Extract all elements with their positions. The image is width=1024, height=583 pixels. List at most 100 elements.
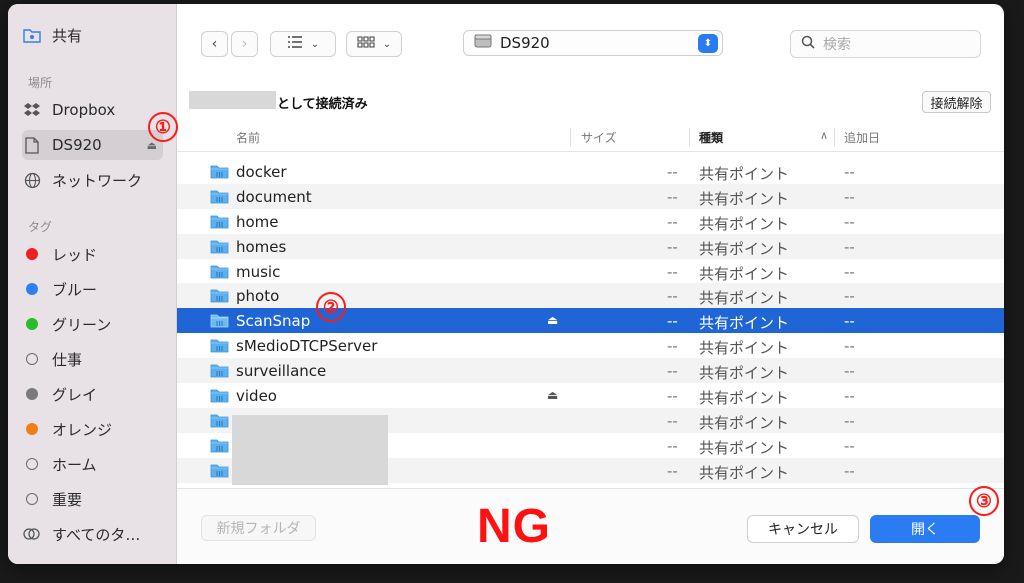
file-kind: 共有ポイント xyxy=(699,314,790,333)
sidebar-item-label: DS920 xyxy=(52,136,102,154)
sidebar-tag-green[interactable]: グリーン xyxy=(22,309,163,339)
file-list: docker -- 共有ポイント -- document -- 共有ポイント -… xyxy=(177,159,1004,485)
column-header-size[interactable]: サイズ xyxy=(581,129,617,146)
file-kind: 共有ポイント xyxy=(699,389,790,408)
open-button[interactable]: 開く xyxy=(870,515,980,543)
sidebar-item-label: グリーン xyxy=(52,315,112,334)
sidebar-item-dropbox[interactable]: Dropbox xyxy=(22,95,163,125)
file-row-surveillance[interactable]: surveillance -- 共有ポイント -- xyxy=(177,358,1004,384)
sidebar-item-shared[interactable]: 共有 xyxy=(22,20,163,50)
file-size: -- xyxy=(667,163,678,181)
step-marker-1: ① xyxy=(148,112,178,142)
blue-tag-dot-icon xyxy=(22,279,42,299)
file-size: -- xyxy=(667,362,678,381)
file-row-docker[interactable]: docker -- 共有ポイント -- xyxy=(177,159,1004,184)
sidebar-item-label: グレイ xyxy=(52,385,98,404)
sidebar-item-label: ホーム xyxy=(52,455,97,474)
file-added: -- xyxy=(844,362,855,381)
sidebar-tag-red[interactable]: レッド xyxy=(22,239,163,269)
sidebar-item-label: ネットワーク xyxy=(52,171,143,190)
file-size: -- xyxy=(667,411,678,430)
disconnect-button[interactable]: 接続解除 xyxy=(922,91,991,113)
sidebar-tag-all[interactable]: すべてのタ… xyxy=(22,519,163,549)
green-tag-dot-icon xyxy=(22,314,42,334)
file-row-music[interactable]: music -- 共有ポイント -- xyxy=(177,259,1004,284)
file-kind: 共有ポイント xyxy=(699,413,790,432)
file-row-document[interactable]: document -- 共有ポイント -- xyxy=(177,183,1004,209)
chevron-down-icon: ⌄ xyxy=(310,38,320,50)
toolbar: ‹ › ⌄ ⌄ DS920 ⬍ 検索 xyxy=(177,4,1004,84)
sidebar-item-ds920[interactable]: DS920 ⏏ xyxy=(22,130,163,160)
file-kind: 共有ポイント xyxy=(699,189,790,208)
nas-drive-icon xyxy=(474,34,492,52)
search-input[interactable]: 検索 xyxy=(790,30,981,58)
sidebar-tag-home[interactable]: ホーム xyxy=(22,449,163,479)
column-header-name[interactable]: 名前 xyxy=(236,129,260,146)
file-kind: 共有ポイント xyxy=(699,264,790,283)
chevron-left-icon: ‹ xyxy=(211,36,218,52)
empty-tag-dot-icon xyxy=(22,454,42,474)
updown-stepper-icon: ⬍ xyxy=(698,34,718,53)
sidebar-tag-orange[interactable]: オレンジ xyxy=(22,414,163,444)
sidebar-item-label: Dropbox xyxy=(52,101,116,119)
file-row-video[interactable]: video ⏏ -- 共有ポイント -- xyxy=(177,383,1004,408)
eject-icon[interactable]: ⏏ xyxy=(547,388,558,402)
places-header: 場所 xyxy=(28,76,53,90)
file-name: homes xyxy=(236,237,287,256)
file-added: -- xyxy=(844,187,855,206)
file-size: -- xyxy=(667,337,678,356)
file-row-scansnap[interactable]: ScanSnap ⏏ -- 共有ポイント -- xyxy=(177,308,1004,334)
sidebar-item-label: レッド xyxy=(52,245,98,264)
file-kind: 共有ポイント xyxy=(699,364,790,383)
connection-status: として接続済み xyxy=(277,97,368,112)
sidebar-tag-blue[interactable]: ブルー xyxy=(22,274,163,304)
shared-folder-icon xyxy=(210,463,229,478)
list-view-button[interactable]: ⌄ xyxy=(270,31,336,57)
column-divider xyxy=(570,128,571,146)
step-marker-2: ② xyxy=(316,292,346,322)
file-name: ScanSnap xyxy=(236,312,311,331)
red-tag-dot-icon xyxy=(22,244,42,264)
file-row-home[interactable]: home -- 共有ポイント -- xyxy=(177,209,1004,234)
chevron-down-icon: ⌄ xyxy=(382,38,392,50)
file-size: -- xyxy=(667,387,678,406)
forward-button[interactable]: › xyxy=(231,31,258,57)
sidebar-item-network[interactable]: ネットワーク xyxy=(22,165,163,195)
open-file-dialog: 共有 場所 Dropbox DS920 ⏏ ネットワーク タグ レッド ブルー … xyxy=(8,4,1004,564)
orange-tag-dot-icon xyxy=(22,419,42,439)
shared-folder-icon xyxy=(210,313,229,328)
sidebar-tag-work[interactable]: 仕事 xyxy=(22,344,163,374)
file-name: home xyxy=(236,212,279,231)
ng-annotation: NG xyxy=(477,500,551,553)
column-header-added[interactable]: 追加日 xyxy=(844,129,880,146)
shared-folder-icon xyxy=(210,363,229,378)
shared-folder-icon xyxy=(210,388,229,403)
back-button[interactable]: ‹ xyxy=(201,31,228,57)
empty-tag-dot-icon xyxy=(22,349,42,369)
shared-folder-icon xyxy=(210,338,229,353)
column-divider xyxy=(834,128,835,146)
file-row-smediodtcpserver[interactable]: sMedioDTCPServer -- 共有ポイント -- xyxy=(177,333,1004,358)
group-view-button[interactable]: ⌄ xyxy=(346,31,402,57)
file-row-photo[interactable]: photo -- 共有ポイント -- xyxy=(177,283,1004,309)
file-size: -- xyxy=(667,237,678,256)
dropbox-icon xyxy=(22,100,42,120)
file-kind: 共有ポイント xyxy=(699,463,790,482)
file-name: docker xyxy=(236,163,287,181)
shared-folder-icon xyxy=(210,413,229,428)
search-icon xyxy=(801,35,815,53)
location-select[interactable]: DS920 ⬍ xyxy=(463,30,723,56)
eject-icon[interactable]: ⏏ xyxy=(547,313,558,327)
connection-bar: として接続済み 接続解除 xyxy=(177,86,1004,120)
file-added: -- xyxy=(844,387,855,406)
file-row-homes[interactable]: homes -- 共有ポイント -- xyxy=(177,233,1004,259)
tags-header: タグ xyxy=(28,220,53,234)
file-size: -- xyxy=(667,312,678,331)
column-headers: 名前 サイズ 種類 ∧ 追加日 xyxy=(177,122,1004,152)
file-added: -- xyxy=(844,461,855,480)
column-header-kind[interactable]: 種類 xyxy=(699,129,723,146)
sidebar-tag-gray[interactable]: グレイ xyxy=(22,379,163,409)
cancel-button[interactable]: キャンセル xyxy=(747,515,859,543)
sidebar-tag-important[interactable]: 重要 xyxy=(22,484,163,514)
new-folder-button[interactable]: 新規フォルダ xyxy=(201,515,316,541)
